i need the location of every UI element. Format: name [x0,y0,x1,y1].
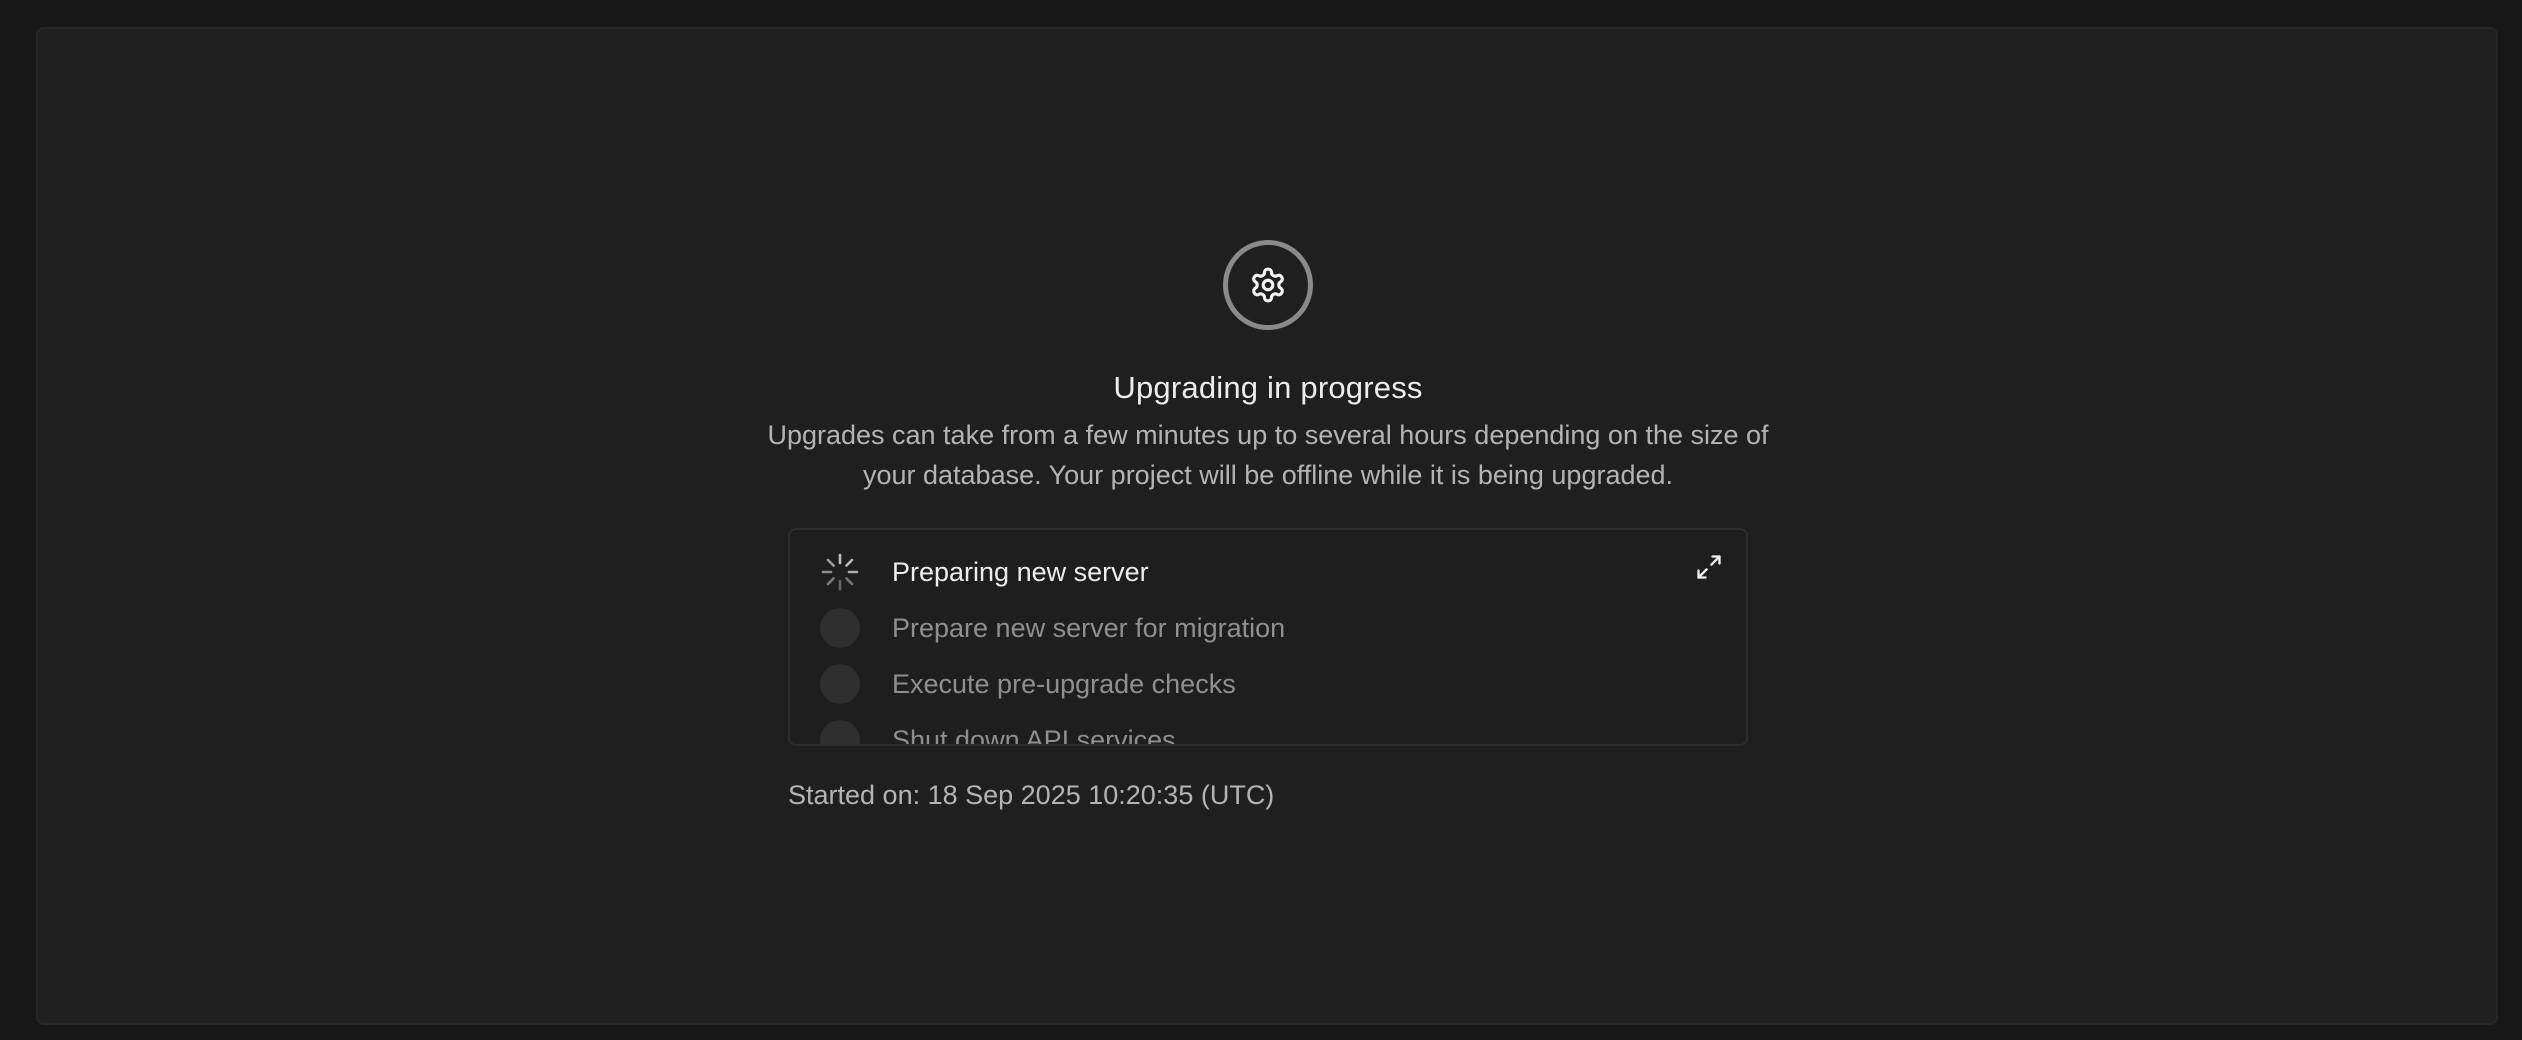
expand-icon[interactable] [1694,552,1724,582]
pending-step-indicator [820,720,860,744]
upgrade-steps-list[interactable]: Preparing new server Prepare new server … [788,528,1748,746]
upgrade-panel [36,27,2498,1025]
step-label: Prepare new server for migration [892,612,1286,643]
step-item: Execute pre-upgrade checks [820,662,1236,706]
upgrade-status [38,29,2496,1023]
loading-spinner-icon [821,553,859,591]
step-label: Shut down API services [892,724,1176,746]
step-item: Prepare new server for migration [820,606,1285,650]
gear-icon [1223,240,1313,330]
pending-step-indicator [820,664,860,704]
status-description: Upgrades can take from a few minutes up … [767,420,1769,490]
step-label: Execute pre-upgrade checks [892,668,1236,699]
page-title: Upgrading in progress [1113,370,1423,405]
pending-step-indicator [820,608,860,648]
started-on-timestamp: Started on: 18 Sep 2025 10:20:35 (UTC) [788,780,1275,810]
step-label: Preparing new server [892,556,1149,587]
step-item: Shut down API services [820,718,1176,746]
step-item: Preparing new server [820,550,1149,594]
